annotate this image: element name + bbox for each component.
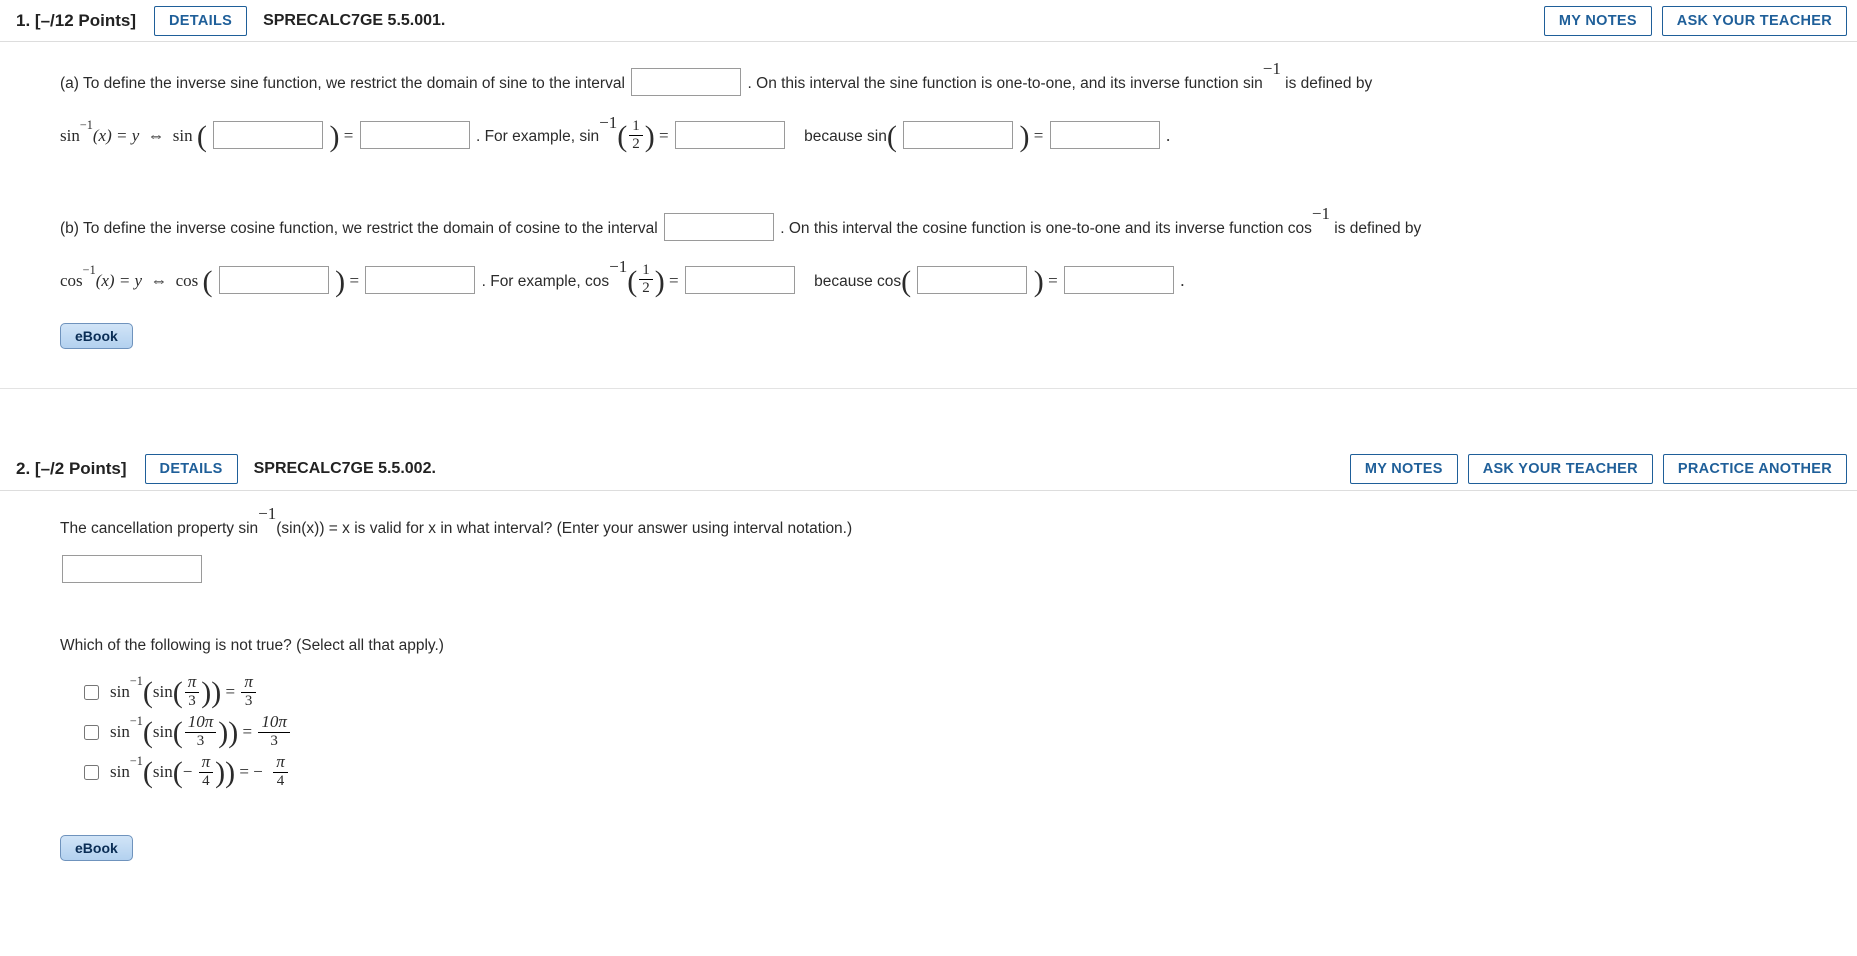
q1b-lead-text: (b) To define the inverse cosine functio… [60,220,662,237]
q2-prompt: The cancellation property sin−1(sin(x)) … [60,513,1807,546]
q2-option-a-label: sin−1(sin(π3)) = π3 [110,675,258,711]
q2-option-b-label: sin−1(sin(10π3)) = 10π3 [110,715,292,751]
practice-another-button[interactable]: PRACTICE ANOTHER [1663,454,1847,484]
q1b-example-result-input[interactable] [685,266,795,294]
q1a-because: because sin [804,128,887,145]
q1b-eq2: = [1048,271,1062,290]
q2-option-c: sin−1(sin(− π4)) = − π4 [60,753,1807,793]
details-button[interactable]: DETAILS [154,6,247,36]
q1a-defined-by: is defined by [1281,75,1372,92]
q1a-after-interval: . On this interval the sine function is … [748,75,1263,92]
my-notes-button[interactable]: MY NOTES [1350,454,1458,484]
q2-option-a: sin−1(sin(π3)) = π3 [60,673,1807,713]
my-notes-button[interactable]: MY NOTES [1544,6,1652,36]
ask-teacher-button[interactable]: ASK YOUR TEACHER [1468,454,1653,484]
q1a-because-rhs-input[interactable] [1050,121,1160,149]
q1b-because-arg-input[interactable] [917,266,1027,294]
q1a-line2: sin−1(x) = y ⇔ sin ( ) = . For example, … [60,114,1807,158]
q1b-after-interval: . On this interval the cosine function i… [780,220,1312,237]
question-1-source: SPRECALC7GE 5.5.001. [259,12,445,30]
q2-interval-input[interactable] [62,555,202,583]
q1b-eq-left: cos−1(x) = y ⇔ cos [60,271,203,290]
q1a-eq1: = [344,126,358,145]
q2-option-b-checkbox[interactable] [84,725,99,740]
question-2-body: The cancellation property sin−1(sin(x)) … [0,491,1857,896]
details-button[interactable]: DETAILS [145,454,238,484]
q1b-because-rhs-input[interactable] [1064,266,1174,294]
q1b-y-input[interactable] [219,266,329,294]
q1a-interval-input[interactable] [631,68,741,96]
q1b-because: because cos [814,273,901,290]
q1a-line1: (a) To define the inverse sine function,… [60,64,1807,104]
q1b-for-example: . For example, cos [482,273,610,290]
ebook-button[interactable]: eBook [60,835,133,861]
question-1-body: (a) To define the inverse sine function,… [0,42,1857,388]
q1a-eq-left: sin−1(x) = y ⇔ sin [60,126,197,145]
q1a-lead-text: (a) To define the inverse sine function,… [60,75,629,92]
q2-which: Which of the following is not true? (Sel… [60,630,1807,663]
q1b-rhs1-input[interactable] [365,266,475,294]
q1a-y-input[interactable] [213,121,323,149]
q1a-rhs1-input[interactable] [360,121,470,149]
question-2-header: 2. [–/2 Points] DETAILS SPRECALC7GE 5.5.… [0,449,1857,491]
q1b-line1: (b) To define the inverse cosine functio… [60,209,1807,249]
q2-option-c-checkbox[interactable] [84,765,99,780]
question-1: 1. [–/12 Points] DETAILS SPRECALC7GE 5.5… [0,0,1857,389]
q2-option-a-checkbox[interactable] [84,685,99,700]
question-2-source: SPRECALC7GE 5.5.002. [250,460,436,478]
q1b-interval-input[interactable] [664,213,774,241]
question-1-header: 1. [–/12 Points] DETAILS SPRECALC7GE 5.5… [0,0,1857,42]
ebook-button[interactable]: eBook [60,323,133,349]
q2-option-b: sin−1(sin(10π3)) = 10π3 [60,713,1807,753]
q1a-because-arg-input[interactable] [903,121,1013,149]
q2-option-c-label: sin−1(sin(− π4)) = − π4 [110,755,290,791]
q1b-line2: cos−1(x) = y ⇔ cos ( ) = . For example, … [60,259,1807,303]
q1b-defined-by: is defined by [1330,220,1421,237]
ask-teacher-button[interactable]: ASK YOUR TEACHER [1662,6,1847,36]
question-1-number: 1. [–/12 Points] [10,11,142,31]
sup-minus1: −1 [1263,59,1281,78]
q1a-example-result-input[interactable] [675,121,785,149]
q1b-eq1: = [349,271,363,290]
q1a-for-example: . For example, sin [476,128,599,145]
question-2-number: 2. [–/2 Points] [10,459,133,479]
q1a-eq2: = [1034,126,1048,145]
question-2: 2. [–/2 Points] DETAILS SPRECALC7GE 5.5.… [0,449,1857,896]
